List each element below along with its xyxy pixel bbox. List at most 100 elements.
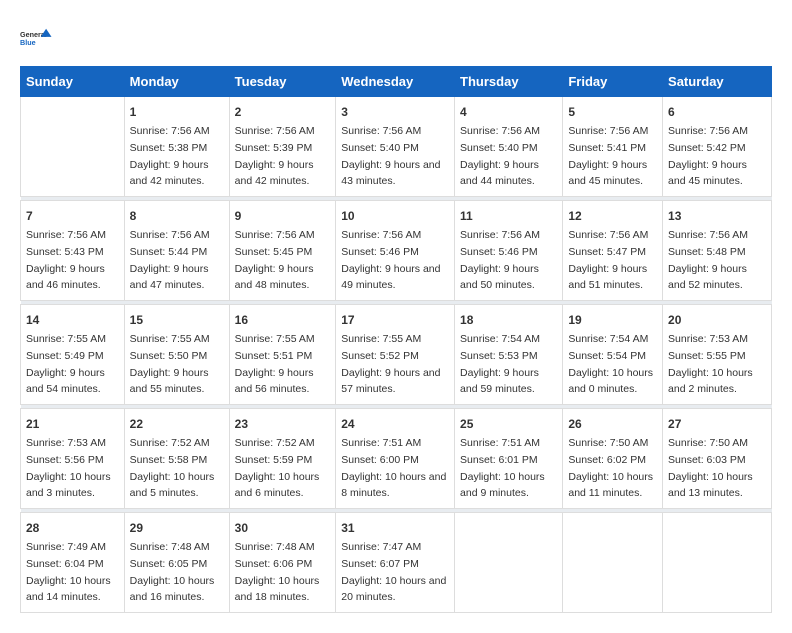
day-number: 4 bbox=[460, 103, 557, 121]
calendar-day-cell: 30 Sunrise: 7:48 AM Sunset: 6:06 PM Dayl… bbox=[229, 513, 336, 613]
calendar-day-cell bbox=[21, 97, 125, 197]
calendar-week-row: 7 Sunrise: 7:56 AM Sunset: 5:43 PM Dayli… bbox=[21, 201, 772, 301]
day-daylight: Daylight: 9 hours and 50 minutes. bbox=[460, 263, 539, 292]
day-number: 17 bbox=[341, 311, 449, 329]
calendar-day-cell: 19 Sunrise: 7:54 AM Sunset: 5:54 PM Dayl… bbox=[563, 305, 663, 405]
calendar-day-cell: 13 Sunrise: 7:56 AM Sunset: 5:48 PM Dayl… bbox=[663, 201, 772, 301]
day-sunset: Sunset: 5:47 PM bbox=[568, 246, 646, 258]
day-daylight: Daylight: 10 hours and 5 minutes. bbox=[130, 471, 215, 500]
day-sunrise: Sunrise: 7:52 AM bbox=[130, 437, 210, 449]
day-sunset: Sunset: 5:46 PM bbox=[341, 246, 419, 258]
day-daylight: Daylight: 9 hours and 57 minutes. bbox=[341, 367, 440, 396]
day-sunset: Sunset: 5:54 PM bbox=[568, 350, 646, 362]
day-sunrise: Sunrise: 7:48 AM bbox=[130, 541, 210, 553]
calendar-day-cell: 11 Sunrise: 7:56 AM Sunset: 5:46 PM Dayl… bbox=[455, 201, 563, 301]
day-number: 29 bbox=[130, 519, 224, 537]
header-sunday: Sunday bbox=[21, 67, 125, 97]
day-sunrise: Sunrise: 7:56 AM bbox=[235, 229, 315, 241]
day-sunrise: Sunrise: 7:55 AM bbox=[26, 333, 106, 345]
day-number: 11 bbox=[460, 207, 557, 225]
day-sunrise: Sunrise: 7:56 AM bbox=[568, 125, 648, 137]
day-sunset: Sunset: 5:46 PM bbox=[460, 246, 538, 258]
calendar-day-cell: 27 Sunrise: 7:50 AM Sunset: 6:03 PM Dayl… bbox=[663, 409, 772, 509]
day-daylight: Daylight: 9 hours and 54 minutes. bbox=[26, 367, 105, 396]
day-number: 12 bbox=[568, 207, 657, 225]
header-tuesday: Tuesday bbox=[229, 67, 336, 97]
calendar-day-cell: 2 Sunrise: 7:56 AM Sunset: 5:39 PM Dayli… bbox=[229, 97, 336, 197]
day-daylight: Daylight: 10 hours and 8 minutes. bbox=[341, 471, 446, 500]
day-daylight: Daylight: 9 hours and 51 minutes. bbox=[568, 263, 647, 292]
calendar-day-cell: 22 Sunrise: 7:52 AM Sunset: 5:58 PM Dayl… bbox=[124, 409, 229, 509]
day-sunrise: Sunrise: 7:50 AM bbox=[568, 437, 648, 449]
day-sunrise: Sunrise: 7:55 AM bbox=[341, 333, 421, 345]
day-daylight: Daylight: 10 hours and 6 minutes. bbox=[235, 471, 320, 500]
calendar-day-cell: 7 Sunrise: 7:56 AM Sunset: 5:43 PM Dayli… bbox=[21, 201, 125, 301]
day-sunrise: Sunrise: 7:56 AM bbox=[341, 229, 421, 241]
day-sunrise: Sunrise: 7:53 AM bbox=[668, 333, 748, 345]
day-sunrise: Sunrise: 7:56 AM bbox=[460, 125, 540, 137]
day-daylight: Daylight: 10 hours and 2 minutes. bbox=[668, 367, 753, 396]
day-sunset: Sunset: 5:52 PM bbox=[341, 350, 419, 362]
header-friday: Friday bbox=[563, 67, 663, 97]
day-sunset: Sunset: 5:41 PM bbox=[568, 142, 646, 154]
day-sunrise: Sunrise: 7:47 AM bbox=[341, 541, 421, 553]
day-sunset: Sunset: 6:00 PM bbox=[341, 454, 419, 466]
day-number: 22 bbox=[130, 415, 224, 433]
calendar-day-cell: 26 Sunrise: 7:50 AM Sunset: 6:02 PM Dayl… bbox=[563, 409, 663, 509]
calendar-day-cell: 4 Sunrise: 7:56 AM Sunset: 5:40 PM Dayli… bbox=[455, 97, 563, 197]
day-sunset: Sunset: 5:56 PM bbox=[26, 454, 104, 466]
day-daylight: Daylight: 10 hours and 20 minutes. bbox=[341, 575, 446, 604]
calendar-week-row: 1 Sunrise: 7:56 AM Sunset: 5:38 PM Dayli… bbox=[21, 97, 772, 197]
day-sunset: Sunset: 5:55 PM bbox=[668, 350, 746, 362]
day-sunset: Sunset: 5:49 PM bbox=[26, 350, 104, 362]
calendar-day-cell: 20 Sunrise: 7:53 AM Sunset: 5:55 PM Dayl… bbox=[663, 305, 772, 405]
day-number: 23 bbox=[235, 415, 331, 433]
day-number: 10 bbox=[341, 207, 449, 225]
calendar-day-cell: 31 Sunrise: 7:47 AM Sunset: 6:07 PM Dayl… bbox=[336, 513, 455, 613]
calendar-day-cell: 1 Sunrise: 7:56 AM Sunset: 5:38 PM Dayli… bbox=[124, 97, 229, 197]
day-sunrise: Sunrise: 7:50 AM bbox=[668, 437, 748, 449]
day-number: 20 bbox=[668, 311, 766, 329]
day-sunset: Sunset: 5:44 PM bbox=[130, 246, 208, 258]
day-daylight: Daylight: 10 hours and 0 minutes. bbox=[568, 367, 653, 396]
day-sunrise: Sunrise: 7:49 AM bbox=[26, 541, 106, 553]
header-thursday: Thursday bbox=[455, 67, 563, 97]
day-sunrise: Sunrise: 7:56 AM bbox=[130, 229, 210, 241]
day-sunset: Sunset: 5:50 PM bbox=[130, 350, 208, 362]
day-sunset: Sunset: 5:59 PM bbox=[235, 454, 313, 466]
day-number: 21 bbox=[26, 415, 119, 433]
day-number: 25 bbox=[460, 415, 557, 433]
day-sunset: Sunset: 5:48 PM bbox=[668, 246, 746, 258]
calendar-day-cell: 16 Sunrise: 7:55 AM Sunset: 5:51 PM Dayl… bbox=[229, 305, 336, 405]
day-sunset: Sunset: 5:42 PM bbox=[668, 142, 746, 154]
day-number: 6 bbox=[668, 103, 766, 121]
day-sunrise: Sunrise: 7:51 AM bbox=[341, 437, 421, 449]
day-daylight: Daylight: 9 hours and 42 minutes. bbox=[130, 159, 209, 188]
calendar-week-row: 28 Sunrise: 7:49 AM Sunset: 6:04 PM Dayl… bbox=[21, 513, 772, 613]
calendar-day-cell: 18 Sunrise: 7:54 AM Sunset: 5:53 PM Dayl… bbox=[455, 305, 563, 405]
day-number: 24 bbox=[341, 415, 449, 433]
day-daylight: Daylight: 9 hours and 52 minutes. bbox=[668, 263, 747, 292]
day-number: 13 bbox=[668, 207, 766, 225]
calendar-day-cell: 24 Sunrise: 7:51 AM Sunset: 6:00 PM Dayl… bbox=[336, 409, 455, 509]
day-sunrise: Sunrise: 7:51 AM bbox=[460, 437, 540, 449]
day-number: 31 bbox=[341, 519, 449, 537]
header-monday: Monday bbox=[124, 67, 229, 97]
day-sunrise: Sunrise: 7:55 AM bbox=[130, 333, 210, 345]
calendar-day-cell: 28 Sunrise: 7:49 AM Sunset: 6:04 PM Dayl… bbox=[21, 513, 125, 613]
day-sunset: Sunset: 6:05 PM bbox=[130, 558, 208, 570]
day-sunset: Sunset: 6:03 PM bbox=[668, 454, 746, 466]
day-number: 30 bbox=[235, 519, 331, 537]
day-daylight: Daylight: 9 hours and 55 minutes. bbox=[130, 367, 209, 396]
calendar-day-cell: 8 Sunrise: 7:56 AM Sunset: 5:44 PM Dayli… bbox=[124, 201, 229, 301]
day-sunset: Sunset: 5:40 PM bbox=[341, 142, 419, 154]
day-daylight: Daylight: 9 hours and 44 minutes. bbox=[460, 159, 539, 188]
day-daylight: Daylight: 10 hours and 11 minutes. bbox=[568, 471, 653, 500]
logo: GeneralBlue bbox=[20, 20, 56, 56]
day-sunrise: Sunrise: 7:56 AM bbox=[668, 229, 748, 241]
day-number: 16 bbox=[235, 311, 331, 329]
day-daylight: Daylight: 10 hours and 14 minutes. bbox=[26, 575, 111, 604]
calendar-day-cell: 10 Sunrise: 7:56 AM Sunset: 5:46 PM Dayl… bbox=[336, 201, 455, 301]
header-wednesday: Wednesday bbox=[336, 67, 455, 97]
day-number: 18 bbox=[460, 311, 557, 329]
